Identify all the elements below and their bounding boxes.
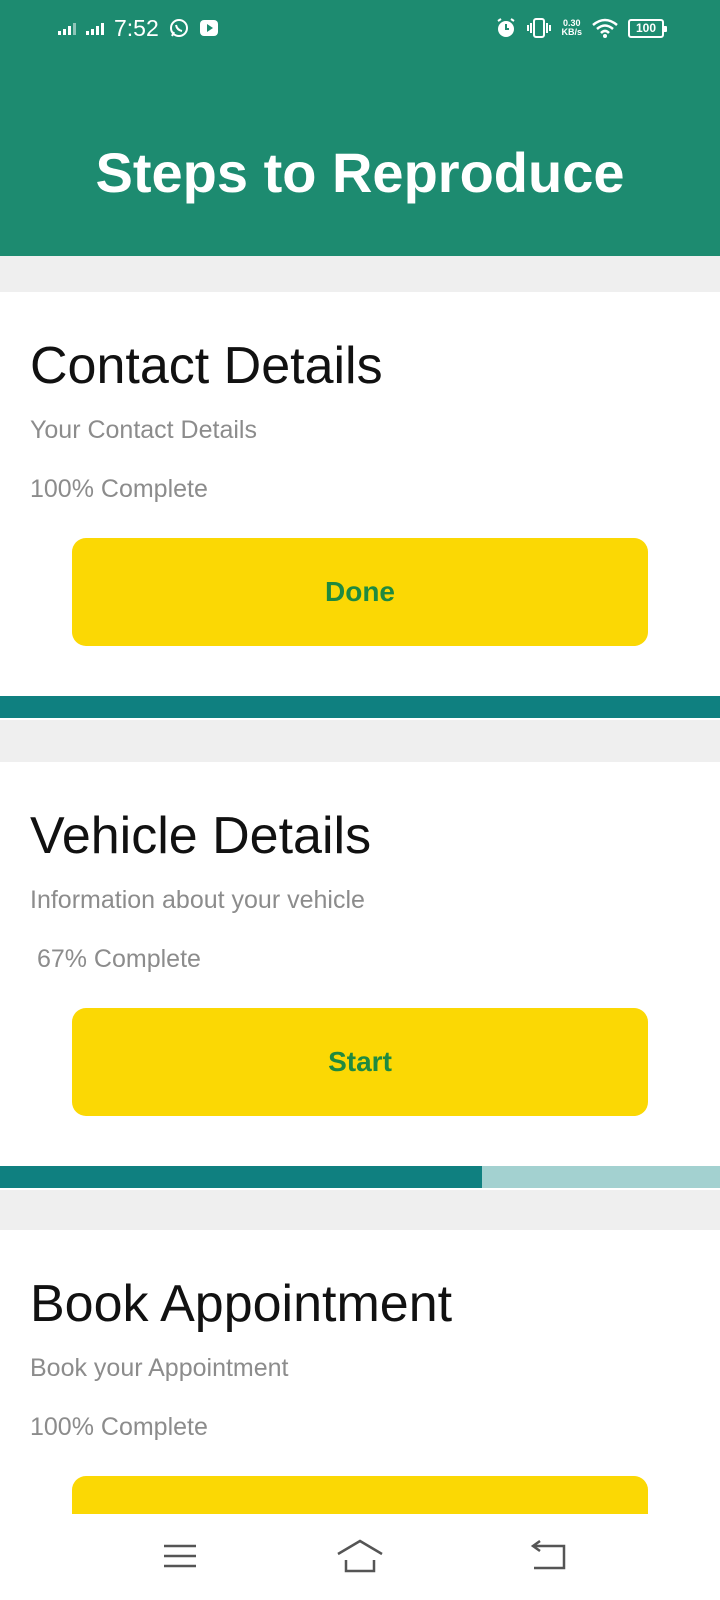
step-progress-text: 100% Complete — [30, 1413, 208, 1441]
step-title: Book Appointment — [30, 1275, 453, 1333]
menu-icon[interactable] — [152, 1528, 208, 1584]
step-progress-text: 100% Complete — [30, 475, 208, 503]
step-card: Contact Details Your Contact Details 100… — [0, 292, 720, 720]
step-subtitle: Your Contact Details — [30, 416, 257, 444]
step-subtitle: Information about your vehicle — [30, 886, 365, 914]
status-bar: 7:52 0.30 KB/s 100 — [0, 0, 720, 58]
step-progress-bar — [0, 1166, 720, 1188]
network-speed: 0.30 KB/s — [561, 18, 582, 37]
back-icon[interactable] — [520, 1528, 576, 1584]
wifi-icon — [592, 18, 618, 38]
step-progress-bar — [0, 696, 720, 718]
done-button[interactable]: Done — [72, 538, 648, 646]
alarm-icon — [497, 18, 516, 37]
start-button[interactable]: Start — [72, 1008, 648, 1116]
step-progress-fill — [0, 696, 720, 718]
step-card: Book Appointment Book your Appointment 1… — [0, 1230, 720, 1584]
home-icon[interactable] — [332, 1528, 388, 1584]
vibrate-icon — [527, 18, 552, 38]
step-progress-fill — [0, 1166, 483, 1188]
whatsapp-icon — [169, 19, 188, 37]
page-title: Steps to Reproduce — [95, 141, 625, 204]
signal-icon — [58, 21, 76, 35]
signal-icon — [86, 21, 104, 35]
step-card: Vehicle Details Information about your v… — [0, 762, 720, 1190]
navigation-bar — [0, 1514, 720, 1600]
youtube-icon — [199, 20, 218, 36]
battery-icon: 100 — [628, 18, 667, 38]
step-title: Vehicle Details — [30, 807, 372, 865]
step-progress-text: 67% Complete — [30, 945, 201, 973]
step-subtitle: Book your Appointment — [30, 1354, 289, 1382]
status-time: 7:52 — [114, 14, 159, 41]
app-header: 7:52 0.30 KB/s 100 Steps to Reproduce — [0, 0, 720, 256]
step-title: Contact Details — [30, 337, 383, 395]
